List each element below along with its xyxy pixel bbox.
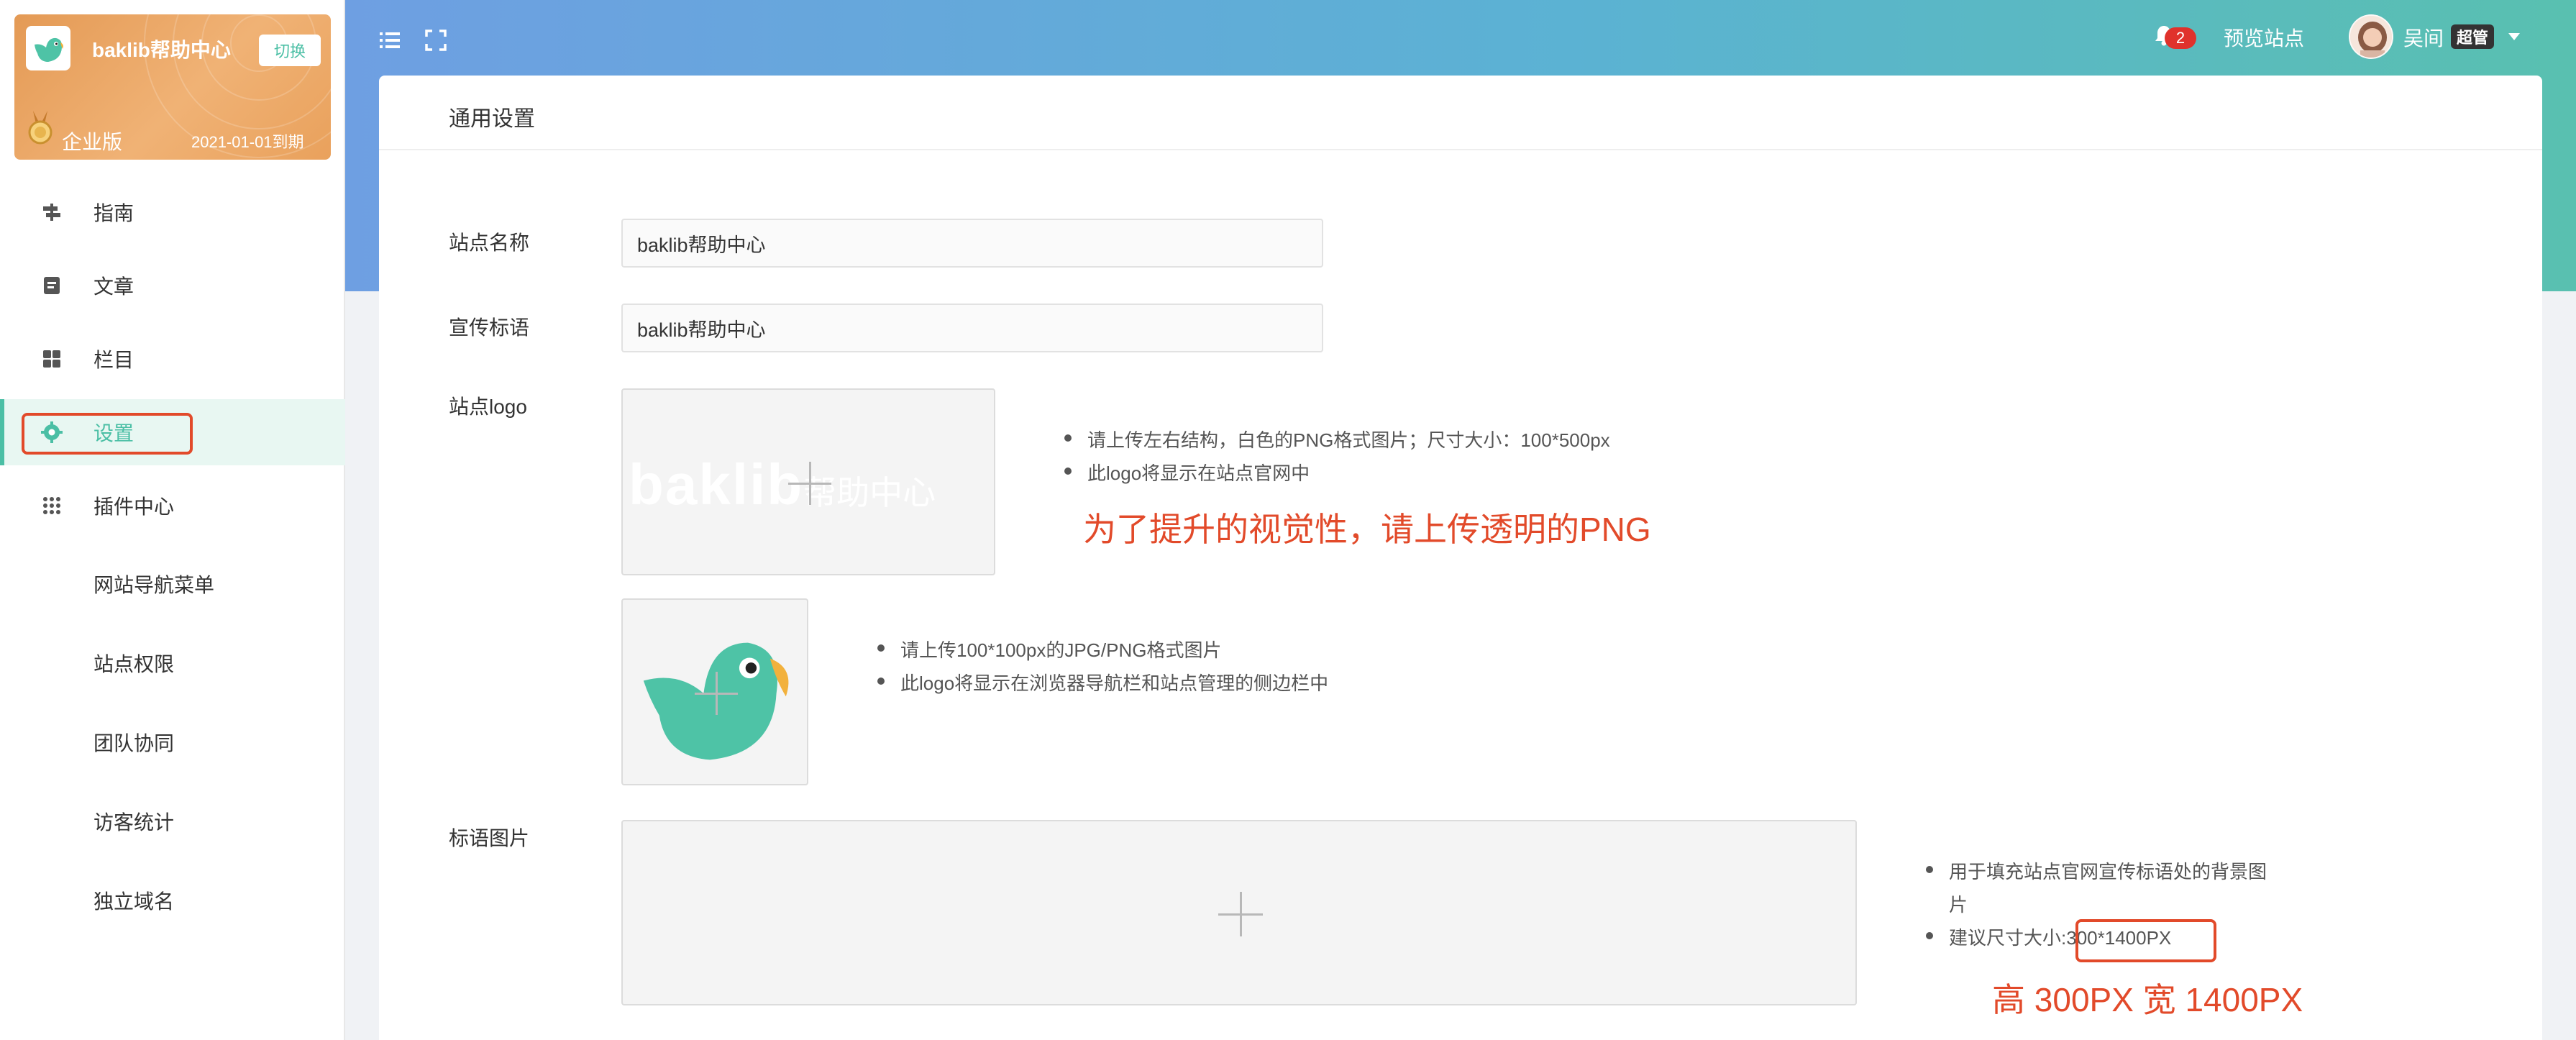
logo-hint-2: 此logo将显示在站点官网中: [1064, 459, 1310, 485]
slogan-input[interactable]: baklib帮助中心: [621, 304, 1323, 352]
plus-icon: [788, 462, 831, 505]
chevron-down-icon[interactable]: [2508, 33, 2520, 40]
apps-dots-icon: [37, 491, 66, 520]
site-logo-label: 站点logo: [449, 396, 527, 418]
sidebar-item-label: 栏目: [93, 349, 134, 371]
banner-hint-1-line1: 用于填充站点官网宣传标语处的背景图: [1925, 857, 2267, 884]
icon-hint-1: 请上传100*100px的JPG/PNG格式图片: [877, 636, 1221, 662]
sidebar-item-label: 文章: [93, 275, 134, 298]
settings-highlight-box: [22, 413, 193, 455]
page-title: 通用设置: [449, 107, 535, 131]
site-name-input[interactable]: baklib帮助中心: [621, 219, 1323, 268]
logo-upload-box[interactable]: baklib帮助中心: [621, 388, 995, 575]
site-name-label: 站点名称: [449, 232, 530, 254]
card-header: [379, 76, 2542, 150]
site-name: baklib帮助中心: [92, 39, 231, 61]
sidebar-item-guide[interactable]: 指南: [0, 179, 345, 245]
banner-hint-1-line2: 片: [1949, 894, 1968, 916]
avatar[interactable]: [2349, 14, 2393, 59]
sidebar-subitem-custom-domain[interactable]: 独立域名: [93, 886, 174, 915]
preview-site-link[interactable]: 预览站点: [2224, 23, 2304, 52]
expiry-date: 2021-01-01到期: [191, 133, 304, 151]
edition-label: 企业版: [62, 131, 123, 153]
plus-icon: [1218, 892, 1263, 936]
active-indicator: [0, 399, 4, 465]
icon-upload-box[interactable]: [621, 598, 808, 785]
banner-upload-box[interactable]: [621, 820, 1857, 1005]
notification-badge: 2: [2165, 27, 2196, 49]
sidebar-subitem-nav-menu[interactable]: 网站导航菜单: [93, 570, 214, 598]
medal-icon: [26, 111, 55, 145]
sidebar-subitem-visitor-stats[interactable]: 访客统计: [93, 807, 174, 836]
logo-preview: baklib帮助中心: [629, 452, 936, 518]
role-badge: 超管: [2451, 24, 2495, 49]
grid-icon: [37, 345, 66, 373]
banner-hint-2-prefix: 建议尺寸大小:: [1949, 927, 2067, 949]
logo-annotation: 为了提升的视觉性，请上传透明的PNG: [1083, 511, 1651, 548]
sidebar-item-plugins[interactable]: 插件中心: [0, 473, 345, 539]
site-brand-card: baklib帮助中心 切换 企业版 2021-01-01到期: [14, 14, 331, 160]
plus-icon: [695, 672, 738, 715]
sidebar-subitem-team[interactable]: 团队协同: [93, 728, 174, 757]
sidebar-item-columns[interactable]: 栏目: [0, 326, 345, 392]
banner-annotation: 高 300PX 宽 1400PX: [1992, 981, 2303, 1018]
sidebar-item-label: 插件中心: [93, 496, 175, 518]
logo-hint-1: 请上传左右结构，白色的PNG格式图片；尺寸大小：100*500px: [1064, 426, 1610, 452]
slogan-label: 宣传标语: [449, 316, 530, 339]
logo-preview-text: baklib: [629, 452, 804, 516]
fullscreen-icon[interactable]: [424, 29, 450, 55]
sidebar-item-articles[interactable]: 文章: [0, 252, 345, 319]
banner-label: 标语图片: [449, 827, 530, 849]
icon-hint-2: 此logo将显示在浏览器导航栏和站点管理的侧边栏中: [877, 669, 1328, 695]
site-logo-icon: [26, 26, 70, 70]
size-highlight-box: [2075, 919, 2216, 962]
signpost-icon: [37, 198, 66, 227]
switch-site-button[interactable]: 切换: [259, 35, 321, 66]
sidebar-item-label: 指南: [93, 202, 134, 224]
user-name[interactable]: 吴间: [2403, 23, 2444, 52]
list-menu-icon[interactable]: [378, 29, 404, 55]
document-icon: [37, 271, 66, 300]
sidebar-subitem-permissions[interactable]: 站点权限: [93, 649, 174, 678]
